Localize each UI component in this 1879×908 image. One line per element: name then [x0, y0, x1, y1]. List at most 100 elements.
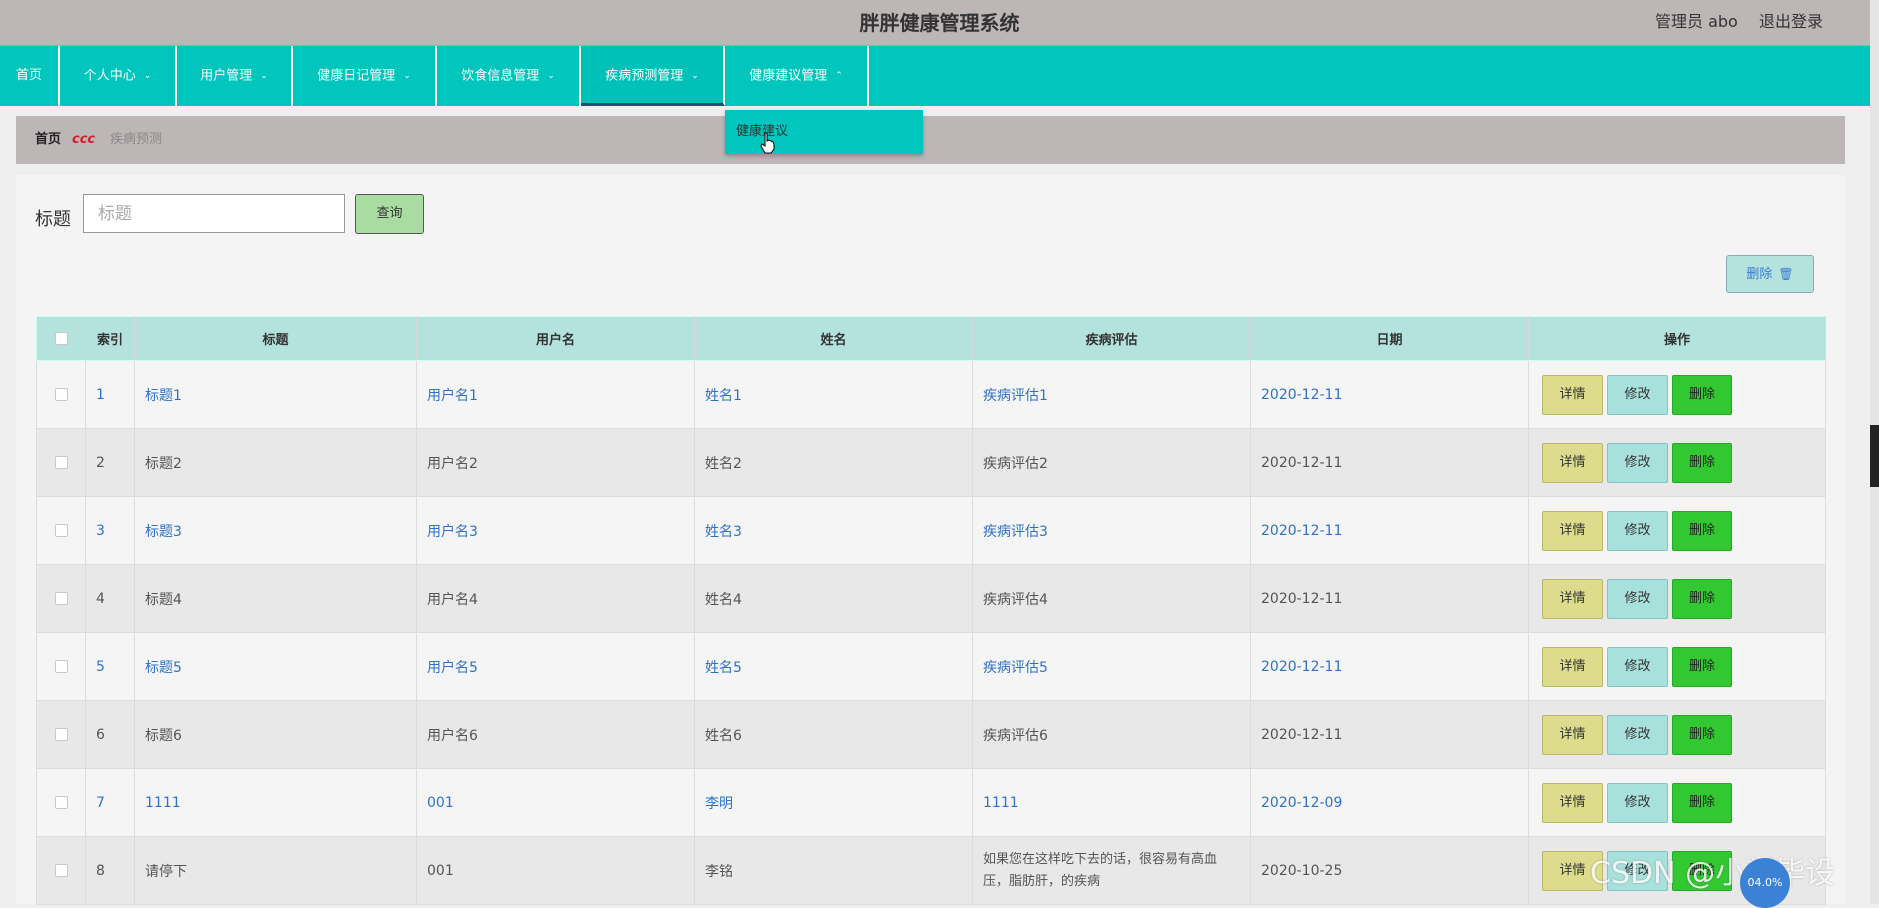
chevron-down-icon: ⌄	[143, 71, 152, 81]
cell-username: 用户名2	[416, 428, 695, 497]
cell-assessment: 疾病评估5	[972, 632, 1251, 701]
cell-assessment: 疾病评估3	[972, 496, 1251, 565]
edit-button[interactable]: 修改	[1607, 442, 1668, 483]
health-advice-dropdown: 健康建议	[725, 110, 923, 154]
chevron-down-icon: ⌄	[260, 71, 268, 81]
table-row: 7 1111 001 李明 1111 2020-12-09 详情 修改 删除	[36, 768, 1826, 837]
cell-assessment: 1111	[972, 768, 1251, 837]
row-checkbox[interactable]	[54, 864, 68, 877]
watermark: CSDN @小新毕设	[1590, 856, 1836, 891]
delete-button[interactable]: 删除	[1672, 714, 1732, 755]
nav-item-home[interactable]: 首页	[0, 46, 60, 106]
cell-username: 用户名3	[416, 496, 695, 565]
detail-button[interactable]: 详情	[1542, 782, 1603, 823]
cell-assessment: 疾病评估2	[972, 428, 1251, 497]
cell-title: 请停下	[134, 836, 417, 905]
cell-actions: 详情 修改 删除	[1528, 428, 1826, 497]
detail-button[interactable]: 详情	[1542, 510, 1603, 551]
cell-actions: 详情 修改 删除	[1528, 632, 1826, 701]
search-input[interactable]	[83, 194, 345, 233]
row-checkbox[interactable]	[54, 524, 68, 537]
cell-username: 用户名1	[416, 360, 695, 429]
cell-title: 标题4	[134, 564, 417, 633]
logout-link[interactable]: 退出登录	[1759, 0, 1823, 46]
column-header[interactable]: 索引	[85, 316, 135, 361]
edit-button[interactable]: 修改	[1607, 374, 1668, 415]
cell-name: 姓名5	[694, 632, 973, 701]
cell-name: 李明	[694, 768, 973, 837]
row-checkbox[interactable]	[54, 592, 68, 605]
page-scrollbar[interactable]	[1870, 0, 1879, 904]
delete-button[interactable]: 删除	[1672, 510, 1732, 551]
row-checkbox[interactable]	[54, 796, 68, 809]
detail-button[interactable]: 详情	[1542, 374, 1603, 415]
nav-item-diet-info[interactable]: 饮食信息管理 ⌄	[437, 46, 581, 106]
cell-index: 7	[85, 768, 135, 837]
edit-button[interactable]: 修改	[1607, 646, 1668, 687]
edit-button[interactable]: 修改	[1607, 578, 1668, 619]
nav-item-label: 个人中心	[83, 68, 136, 84]
table-row: 1 标题1 用户名1 姓名1 疾病评估1 2020-12-11 详情 修改 删除	[36, 360, 1826, 429]
nav-item-health-advice[interactable]: 健康建议管理 ⌃	[725, 46, 869, 106]
breadcrumb-home[interactable]: 首页	[35, 116, 61, 164]
cell-actions: 详情 修改 删除	[1528, 700, 1826, 769]
nav-item-label: 饮食信息管理	[461, 68, 540, 84]
floating-badge[interactable]: 04.0%	[1740, 858, 1790, 908]
cell-title: 标题2	[134, 428, 417, 497]
column-header[interactable]: 疾病评估	[972, 316, 1251, 361]
cell-date: 2020-12-11	[1250, 496, 1529, 565]
cell-index: 5	[85, 632, 135, 701]
column-header[interactable]: 姓名	[694, 316, 973, 361]
row-checkbox[interactable]	[54, 456, 68, 469]
delete-button[interactable]: 删除	[1672, 578, 1732, 619]
cell-assessment: 疾病评估4	[972, 564, 1251, 633]
row-checkbox[interactable]	[54, 388, 68, 401]
edit-button[interactable]: 修改	[1607, 510, 1668, 551]
select-all-cell	[36, 316, 86, 361]
cell-date: 2020-12-11	[1250, 564, 1529, 633]
nav-item-label: 健康建议管理	[749, 68, 828, 84]
row-checkbox[interactable]	[54, 660, 68, 673]
cell-date: 2020-12-11	[1250, 700, 1529, 769]
nav-item-user-management[interactable]: 用户管理 ⌄	[177, 46, 293, 106]
cell-title: 标题1	[134, 360, 417, 429]
delete-button[interactable]: 删除	[1672, 782, 1732, 823]
column-header: 操作	[1528, 316, 1826, 361]
cell-assessment: 疾病评估6	[972, 700, 1251, 769]
edit-button[interactable]: 修改	[1607, 782, 1668, 823]
row-select-cell	[36, 632, 86, 701]
nav-item-personal-center[interactable]: 个人中心 ⌄	[60, 46, 177, 106]
bulk-delete-button[interactable]: 删除 🗑	[1726, 255, 1814, 293]
cell-name: 姓名6	[694, 700, 973, 769]
detail-button[interactable]: 详情	[1542, 578, 1603, 619]
hand-cursor-icon	[760, 132, 775, 154]
cell-index: 1	[85, 360, 135, 429]
edit-button[interactable]: 修改	[1607, 714, 1668, 755]
row-select-cell	[36, 836, 86, 905]
nav-item-health-diary[interactable]: 健康日记管理 ⌄	[293, 46, 437, 106]
nav-item-disease-prediction[interactable]: 疾病预测管理 ⌄	[581, 46, 725, 106]
cell-title: 标题3	[134, 496, 417, 565]
chevron-up-icon: ⌃	[835, 71, 843, 81]
cell-actions: 详情 修改 删除	[1528, 360, 1826, 429]
delete-button[interactable]: 删除	[1672, 374, 1732, 415]
row-select-cell	[36, 768, 86, 837]
detail-button[interactable]: 详情	[1542, 442, 1603, 483]
detail-button[interactable]: 详情	[1542, 646, 1603, 687]
breadcrumb: 首页 ccc 疾病预测	[16, 116, 1845, 164]
detail-button[interactable]: 详情	[1542, 714, 1603, 755]
column-header[interactable]: 日期	[1250, 316, 1529, 361]
query-button[interactable]: 查询	[355, 194, 424, 234]
select-all-checkbox[interactable]	[54, 332, 68, 345]
row-checkbox[interactable]	[54, 728, 68, 741]
scrollbar-thumb[interactable]	[1870, 425, 1879, 487]
trash-icon: 🗑	[1778, 267, 1794, 281]
cell-name: 李铭	[694, 836, 973, 905]
cell-index: 4	[85, 564, 135, 633]
column-header[interactable]: 用户名	[416, 316, 695, 361]
delete-button[interactable]: 删除	[1672, 646, 1732, 687]
column-header[interactable]: 标题	[134, 316, 417, 361]
delete-button[interactable]: 删除	[1672, 442, 1732, 483]
table-row: 4 标题4 用户名4 姓名4 疾病评估4 2020-12-11 详情 修改 删除	[36, 564, 1826, 633]
row-select-cell	[36, 700, 86, 769]
